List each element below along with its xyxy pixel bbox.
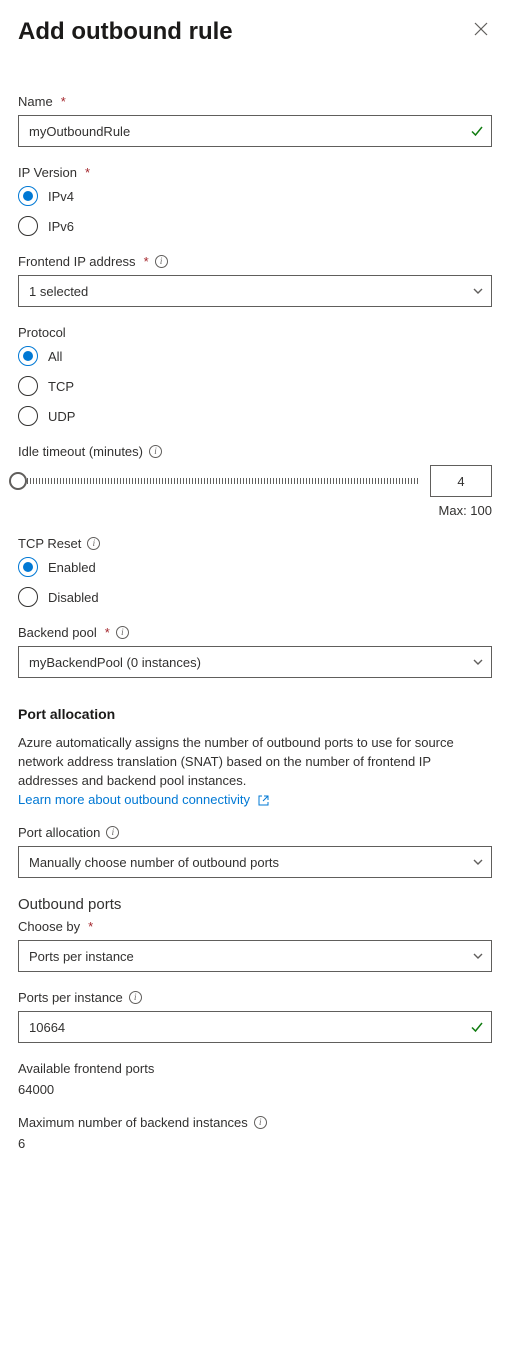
backendpool-label: Backend pool* i	[18, 625, 492, 640]
portallocation-label: Port allocation i	[18, 825, 492, 840]
page-title: Add outbound rule	[18, 18, 233, 46]
info-icon[interactable]: i	[129, 991, 142, 1004]
name-input[interactable]	[18, 115, 492, 147]
chevron-down-icon	[472, 656, 484, 668]
chooseby-label: Choose by*	[18, 919, 492, 934]
maxbackendinstances-label: Maximum number of backend instances i	[18, 1115, 492, 1130]
radio-label: Disabled	[48, 590, 99, 605]
required-asterisk: *	[61, 94, 66, 109]
info-icon[interactable]: i	[106, 826, 119, 839]
tcpreset-radio-enabled[interactable]: Enabled	[18, 557, 492, 577]
select-value: myBackendPool (0 instances)	[29, 655, 201, 670]
idletimeout-slider[interactable]	[18, 471, 418, 491]
select-value: 1 selected	[29, 284, 88, 299]
required-asterisk: *	[144, 254, 149, 269]
portallocation-section-title: Port allocation	[18, 706, 492, 722]
info-icon[interactable]: i	[87, 537, 100, 550]
availablefrontendports-value: 64000	[18, 1082, 492, 1097]
radio-icon	[18, 346, 38, 366]
slider-thumb[interactable]	[9, 472, 27, 490]
tcpreset-label: TCP Reset i	[18, 536, 492, 551]
availablefrontendports-label: Available frontend ports	[18, 1061, 492, 1076]
close-icon	[474, 22, 488, 36]
protocol-radio-all[interactable]: All	[18, 346, 492, 366]
info-icon[interactable]: i	[116, 626, 129, 639]
idletimeout-label: Idle timeout (minutes) i	[18, 444, 492, 459]
learn-more-link[interactable]: Learn more about outbound connectivity	[18, 792, 269, 807]
tcpreset-radio-disabled[interactable]: Disabled	[18, 587, 492, 607]
chevron-down-icon	[472, 856, 484, 868]
radio-label: IPv4	[48, 189, 74, 204]
radio-label: IPv6	[48, 219, 74, 234]
frontendip-label: Frontend IP address* i	[18, 254, 492, 269]
required-asterisk: *	[88, 919, 93, 934]
radio-icon	[18, 216, 38, 236]
name-label: Name*	[18, 94, 492, 109]
required-asterisk: *	[105, 625, 110, 640]
portsperinstance-label: Ports per instance i	[18, 990, 492, 1005]
idletimeout-input[interactable]	[430, 465, 492, 497]
outboundports-subtitle: Outbound ports	[18, 896, 492, 913]
protocol-label: Protocol	[18, 325, 492, 340]
protocol-radio-tcp[interactable]: TCP	[18, 376, 492, 396]
radio-icon	[18, 186, 38, 206]
radio-label: UDP	[48, 409, 75, 424]
radio-label: TCP	[48, 379, 74, 394]
maxbackendinstances-value: 6	[18, 1136, 492, 1151]
chevron-down-icon	[472, 950, 484, 962]
radio-label: All	[48, 349, 62, 364]
info-icon[interactable]: i	[254, 1116, 267, 1129]
chooseby-select[interactable]: Ports per instance	[18, 940, 492, 972]
radio-icon	[18, 557, 38, 577]
ipversion-radio-ipv4[interactable]: IPv4	[18, 186, 492, 206]
frontendip-select[interactable]: 1 selected	[18, 275, 492, 307]
info-icon[interactable]: i	[155, 255, 168, 268]
portallocation-select[interactable]: Manually choose number of outbound ports	[18, 846, 492, 878]
close-button[interactable]	[470, 18, 492, 40]
select-value: Manually choose number of outbound ports	[29, 855, 279, 870]
check-icon	[470, 1020, 484, 1034]
portallocation-description: Azure automatically assigns the number o…	[18, 735, 454, 788]
radio-icon	[18, 406, 38, 426]
ipversion-label: IP Version*	[18, 165, 492, 180]
radio-label: Enabled	[48, 560, 96, 575]
idletimeout-max: Max: 100	[18, 503, 492, 518]
info-icon[interactable]: i	[149, 445, 162, 458]
ipversion-radio-ipv6[interactable]: IPv6	[18, 216, 492, 236]
chevron-down-icon	[472, 285, 484, 297]
external-link-icon	[258, 795, 269, 806]
portsperinstance-input[interactable]	[18, 1011, 492, 1043]
radio-icon	[18, 587, 38, 607]
check-icon	[470, 124, 484, 138]
required-asterisk: *	[85, 165, 90, 180]
protocol-radio-udp[interactable]: UDP	[18, 406, 492, 426]
radio-icon	[18, 376, 38, 396]
select-value: Ports per instance	[29, 949, 134, 964]
backendpool-select[interactable]: myBackendPool (0 instances)	[18, 646, 492, 678]
